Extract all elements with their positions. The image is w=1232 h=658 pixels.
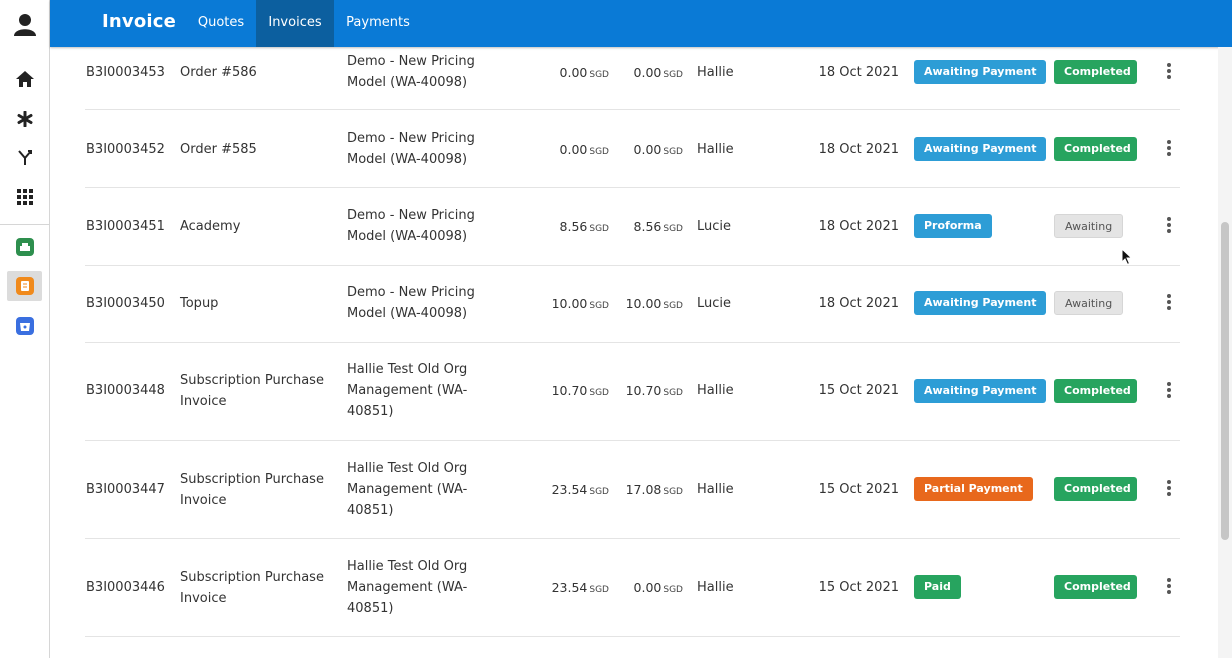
scrollbar-thumb[interactable] — [1221, 222, 1229, 540]
status-badge: Awaiting Payment — [914, 60, 1047, 84]
more-options-icon[interactable] — [1163, 478, 1175, 498]
owner-name: Hallie — [697, 580, 734, 595]
invoice-date: 18 Oct 2021 — [818, 296, 899, 311]
invoice-date: 18 Oct 2021 — [818, 219, 899, 234]
table-row[interactable]: B3I0003453 Order #586 Demo - New Pricing… — [85, 47, 1180, 110]
organization: Demo - New Pricing Model (WA-40098) — [347, 208, 475, 244]
left-sidebar — [0, 0, 50, 658]
invoice-title: Subscription Purchase Invoice — [180, 373, 324, 409]
status-badge: Awaiting Payment — [914, 137, 1047, 161]
organization: Hallie Test Old Org Management (WA- 40851) — [347, 362, 468, 419]
branch-icon[interactable] — [7, 143, 42, 173]
status-badge: Partial Payment — [914, 477, 1033, 501]
total-amount: 8.56 SGD — [559, 219, 609, 234]
total-amount: 10.70 SGD — [551, 383, 609, 398]
tab-invoices[interactable]: Invoices — [256, 0, 334, 47]
invoice-title: Order #586 — [180, 65, 257, 80]
state-badge: Completed — [1054, 477, 1137, 501]
tab-quotes[interactable]: Quotes — [186, 0, 256, 47]
status-badge: Proforma — [914, 214, 992, 238]
organization: Demo - New Pricing Model (WA-40098) — [347, 285, 475, 321]
table-row[interactable]: B3I0003447 Subscription Purchase Invoice … — [85, 441, 1180, 539]
invoice-title: Subscription Purchase Invoice — [180, 472, 324, 508]
due-amount: 0.00 SGD — [633, 142, 683, 157]
due-amount: 10.00 SGD — [625, 296, 683, 311]
table-row[interactable]: B3I0003448 Subscription Purchase Invoice … — [85, 343, 1180, 441]
user-icon[interactable] — [7, 10, 42, 40]
owner-name: Hallie — [697, 65, 734, 80]
more-options-icon[interactable] — [1163, 215, 1175, 235]
state-badge: Completed — [1054, 379, 1137, 403]
more-options-icon[interactable] — [1163, 380, 1175, 400]
state-badge: Completed — [1054, 137, 1137, 161]
top-navigation-bar: Invoice Quotes Invoices Payments — [50, 0, 1232, 47]
invoice-title: Academy — [180, 219, 241, 234]
due-amount: 0.00 SGD — [633, 65, 683, 80]
orange-app-icon[interactable] — [7, 271, 42, 301]
invoice-date: 15 Oct 2021 — [818, 482, 899, 497]
invoice-number[interactable]: B3I0003453 — [86, 62, 165, 83]
owner-name: Lucie — [697, 296, 732, 311]
owner-name: Hallie — [697, 383, 734, 398]
due-amount: 0.00 SGD — [633, 580, 683, 595]
due-amount: 8.56 SGD — [633, 219, 683, 234]
owner-name: Hallie — [697, 482, 734, 497]
more-options-icon[interactable] — [1163, 61, 1175, 81]
invoice-title: Topup — [180, 296, 219, 311]
tab-payments[interactable]: Payments — [334, 0, 422, 47]
organization: Hallie Test Old Org Management (WA- 40851) — [347, 461, 468, 518]
more-options-icon[interactable] — [1163, 138, 1175, 158]
status-badge: Awaiting Payment — [914, 379, 1047, 403]
organization: Demo - New Pricing Model (WA-40098) — [347, 54, 475, 90]
invoice-number[interactable]: B3I0003450 — [86, 293, 165, 314]
asterisk-icon[interactable] — [7, 104, 42, 134]
total-amount: 23.54 SGD — [551, 482, 609, 497]
owner-name: Lucie — [697, 219, 732, 234]
green-app-icon[interactable] — [7, 232, 42, 262]
invoice-list: B3I0003453 Order #586 Demo - New Pricing… — [50, 47, 1218, 658]
state-badge: Awaiting — [1054, 214, 1123, 238]
app-title: Invoice — [102, 11, 177, 32]
organization: Demo - New Pricing Model (WA-40098) — [347, 131, 475, 167]
vertical-scrollbar[interactable] — [1218, 47, 1232, 658]
state-badge: Completed — [1054, 60, 1137, 84]
total-amount: 0.00 SGD — [559, 142, 609, 157]
status-badge: Paid — [914, 575, 961, 599]
invoice-date: 18 Oct 2021 — [818, 65, 899, 80]
invoice-date: 15 Oct 2021 — [818, 383, 899, 398]
invoice-number[interactable]: B3I0003448 — [86, 380, 165, 401]
invoice-number[interactable]: B3I0003447 — [86, 479, 165, 500]
invoice-date: 18 Oct 2021 — [818, 142, 899, 157]
state-badge: Awaiting — [1054, 291, 1123, 315]
sidebar-divider — [0, 224, 50, 225]
invoice-title: Order #585 — [180, 142, 257, 157]
table-row[interactable]: B3I0003446 Subscription Purchase Invoice … — [85, 539, 1180, 637]
total-amount: 0.00 SGD — [559, 65, 609, 80]
total-amount: 10.00 SGD — [551, 296, 609, 311]
organization: Hallie Test Old Org Management (WA- 40851) — [347, 559, 468, 616]
status-badge: Awaiting Payment — [914, 291, 1047, 315]
home-icon[interactable] — [7, 64, 42, 94]
owner-name: Hallie — [697, 142, 734, 157]
more-options-icon[interactable] — [1163, 292, 1175, 312]
due-amount: 17.08 SGD — [625, 482, 683, 497]
due-amount: 10.70 SGD — [625, 383, 683, 398]
more-options-icon[interactable] — [1163, 576, 1175, 596]
table-row[interactable]: B3I0003451 Academy Demo - New Pricing Mod… — [85, 188, 1180, 266]
invoice-number[interactable]: B3I0003446 — [86, 577, 165, 598]
table-row[interactable]: B3I0003450 Topup Demo - New Pricing Model… — [85, 266, 1180, 343]
table-row[interactable]: B3I0003452 Order #585 Demo - New Pricing… — [85, 110, 1180, 188]
invoice-number[interactable]: B3I0003451 — [86, 216, 165, 237]
grid-icon[interactable] — [7, 182, 42, 212]
total-amount: 23.54 SGD — [551, 580, 609, 595]
state-badge: Completed — [1054, 575, 1137, 599]
invoice-number[interactable]: B3I0003452 — [86, 139, 165, 160]
mouse-cursor-icon — [1121, 247, 1133, 270]
invoice-date: 15 Oct 2021 — [818, 580, 899, 595]
blue-app-icon[interactable] — [7, 311, 42, 341]
invoice-title: Subscription Purchase Invoice — [180, 570, 324, 606]
